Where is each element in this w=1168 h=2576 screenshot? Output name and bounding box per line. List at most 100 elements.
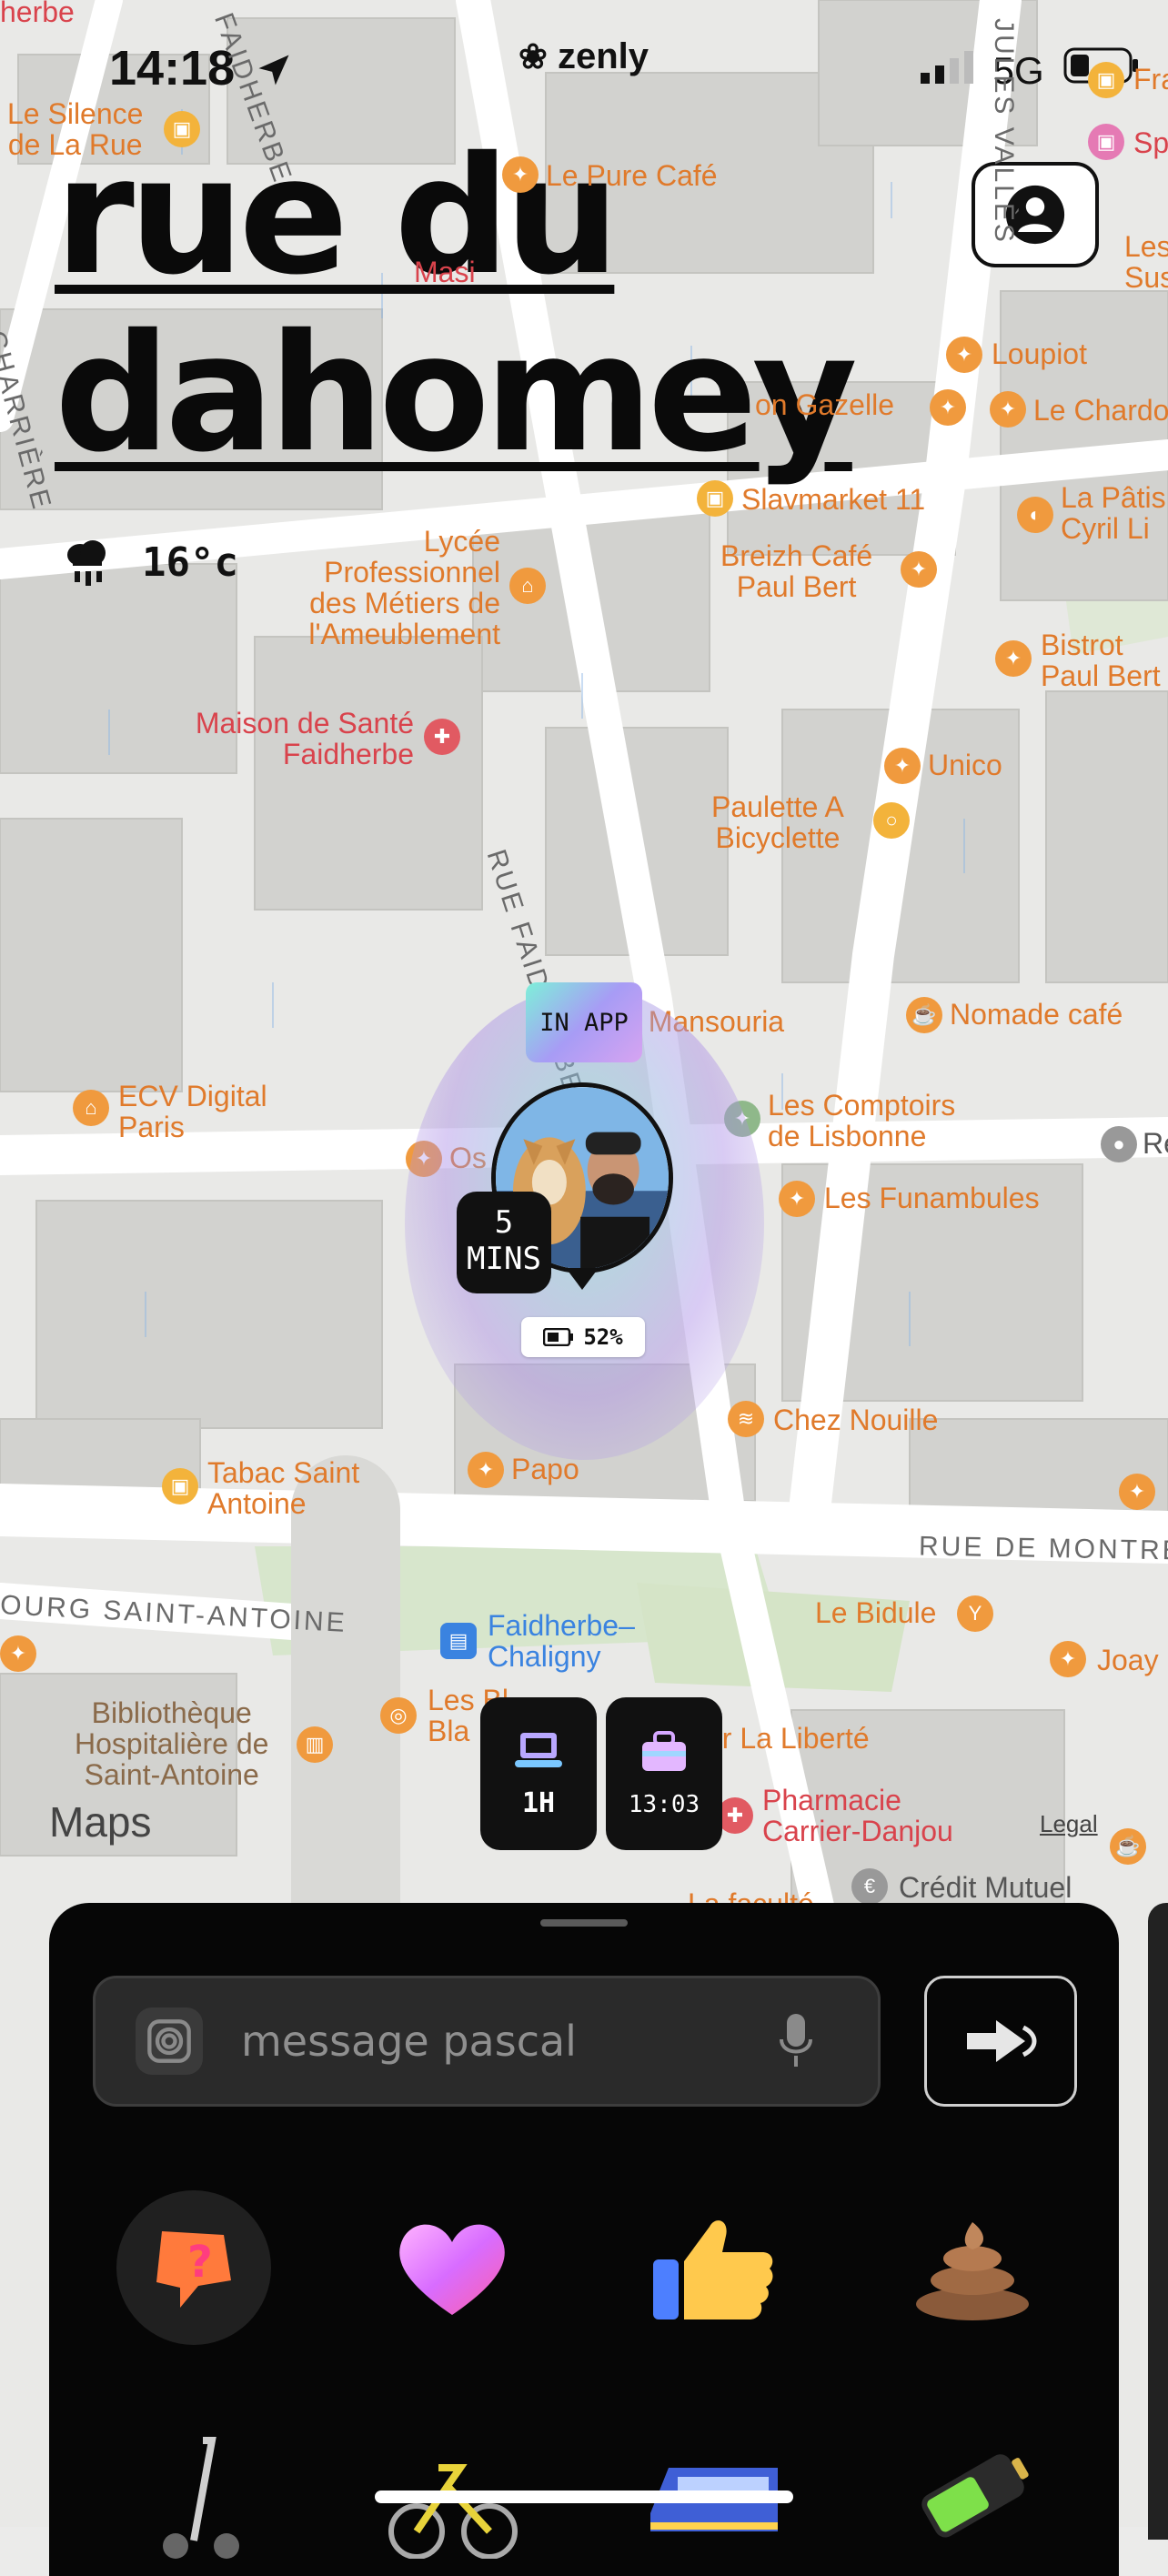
map-poi[interactable]: Bibliothèque Hospitalière de Saint-Antoi… (75, 1697, 268, 1790)
message-input[interactable] (239, 2016, 778, 2067)
map-poi[interactable]: Lycée Professionnel des Métiers de l'Ame… (273, 526, 500, 649)
map-poi[interactable]: Les Sus (1124, 231, 1168, 293)
restaurant-icon: ✦ (502, 156, 539, 193)
minutes-value: 5 (494, 1204, 514, 1241)
app-brand: ❀ zenly (519, 36, 649, 77)
restaurant-icon: ✦ (779, 1181, 815, 1217)
map-poi[interactable]: Le Silence de La Rue (7, 98, 143, 160)
map-poi[interactable]: Sp (1133, 127, 1168, 158)
restaurant-icon: ✦ (901, 551, 937, 588)
bakery-icon: ◐ (1017, 497, 1053, 533)
restaurant-icon: ≋ (728, 1401, 764, 1437)
map-poi[interactable]: on Gazelle (755, 389, 894, 420)
shop-icon: ▣ (697, 480, 733, 517)
restaurant-icon: ✦ (930, 389, 966, 426)
map-poi[interactable]: Breizh Café Paul Bert (720, 540, 872, 602)
shop-icon: ○ (873, 802, 910, 839)
map-poi[interactable]: Paulette A Bicyclette (711, 791, 844, 853)
map-poi[interactable]: Faidherbe– Chaligny (488, 1610, 635, 1672)
reaction-poop[interactable] (895, 2190, 1050, 2345)
cafe-icon: ☕ (1110, 1828, 1146, 1865)
map-poi[interactable]: Chez Nouille (773, 1404, 938, 1435)
battery-value: 52% (583, 1324, 623, 1350)
legal-link[interactable]: Legal (1040, 1810, 1098, 1838)
restaurant-icon: ✦ (884, 748, 921, 784)
map-poi[interactable]: Le Bidule (815, 1597, 936, 1628)
weather-indicator: 16°c (64, 537, 238, 588)
heart-icon (399, 2224, 505, 2315)
map-poi[interactable]: La Pâtis Cyril Li (1061, 482, 1166, 544)
map-poi[interactable]: herbe (0, 0, 75, 27)
shop-icon: ▣ (1088, 124, 1124, 160)
map-poi[interactable]: Le Pure Café (546, 160, 718, 191)
map-poi[interactable]: Les Comptoirs de Lisbonne (768, 1090, 955, 1152)
battery-icon (543, 1328, 574, 1346)
bank-icon: € (851, 1868, 888, 1905)
microphone-icon[interactable] (778, 2012, 814, 2070)
pharmacy-icon: ✚ (717, 1797, 753, 1834)
minutes-unit: MINS (467, 1241, 541, 1277)
map-poi[interactable]: Fra (1133, 64, 1168, 95)
chat-sheet[interactable]: ? (49, 1903, 1119, 2576)
reaction-thumbs-up[interactable] (637, 2190, 791, 2345)
map-poi[interactable]: Bistrot Paul Bert (1041, 629, 1161, 691)
status-time: 14:18 (109, 40, 294, 96)
home-indicator[interactable] (375, 2490, 793, 2503)
poke-button[interactable] (924, 1976, 1077, 2107)
sheet-grabber[interactable] (540, 1919, 628, 1927)
reaction-battery[interactable] (895, 2418, 1050, 2572)
school-icon: ⌂ (509, 568, 546, 604)
library-icon: ▥ (297, 1726, 333, 1763)
reaction-heart[interactable] (375, 2190, 529, 2345)
restaurant-icon: ✦ (0, 1635, 36, 1672)
poop-icon (916, 2222, 1029, 2320)
restaurant-icon: ✦ (995, 640, 1032, 677)
briefcase-icon (642, 1731, 686, 1771)
device-chip-label: 1H (521, 1786, 556, 1819)
question-bubble-icon: ? (156, 2231, 231, 2308)
work-chip[interactable]: 13:03 (606, 1697, 722, 1850)
message-composer (93, 1976, 881, 2107)
device-chip[interactable]: 1H (480, 1697, 597, 1850)
map-poi[interactable]: Crédit Mutuel (899, 1872, 1072, 1903)
scooter-icon (163, 2437, 239, 2559)
street-label: JULES VALLÈS (989, 18, 1019, 245)
map-poi[interactable]: Le Chardo (1033, 395, 1168, 426)
map-poi[interactable]: Unico (928, 750, 1002, 780)
map-poi[interactable]: ECV Digital Paris (118, 1081, 267, 1142)
camera-button[interactable] (136, 2007, 203, 2075)
location-title-line2: dahomey (55, 299, 858, 488)
map-poi[interactable]: Loupiot (992, 338, 1087, 369)
temperature-value: 16°c (142, 538, 238, 586)
in-app-label: IN APP (539, 1008, 629, 1037)
cafe-icon: ◎ (380, 1697, 417, 1734)
map-poi[interactable]: Slavmarket 11 (741, 484, 925, 515)
work-chip-label: 13:03 (628, 1791, 700, 1818)
zenly-logo-icon: ❀ (519, 38, 548, 76)
map-poi[interactable]: Tabac Saint Antoine (207, 1457, 359, 1519)
map-poi[interactable]: Joay (1097, 1645, 1159, 1675)
friend-battery: 52% (521, 1317, 645, 1357)
cafe-icon: ☕ (906, 997, 942, 1033)
signal-bars-icon (921, 51, 973, 84)
health-icon: ✚ (424, 719, 460, 755)
reaction-scooter[interactable] (116, 2418, 271, 2572)
next-sheet-peek[interactable] (1148, 1903, 1168, 2540)
location-title: rue du dahomey (55, 127, 858, 488)
reaction-question[interactable]: ? (116, 2190, 271, 2345)
map-poi[interactable]: Les Funambules (824, 1182, 1040, 1213)
camera-icon (147, 2019, 191, 2063)
shop-icon: ▣ (1088, 62, 1124, 98)
in-app-status-tag: IN APP (526, 982, 642, 1062)
clock: 14:18 (109, 41, 236, 96)
map-poi[interactable]: Nomade café (950, 999, 1123, 1030)
map-poi[interactable]: Pharmacie Carrier-Danjou (762, 1785, 953, 1846)
maps-attribution: Maps (49, 1797, 151, 1846)
last-seen-badge: 5 MINS (457, 1192, 551, 1293)
map-poi[interactable]: Masi (414, 257, 476, 287)
map-poi[interactable]: ar La Liberté (706, 1723, 870, 1754)
map-poi[interactable]: Re (1143, 1128, 1168, 1159)
rain-cloud-icon (67, 540, 106, 586)
shop-icon: ▣ (162, 1468, 198, 1504)
map-poi[interactable]: Maison de Santé Faidherbe (173, 708, 414, 770)
